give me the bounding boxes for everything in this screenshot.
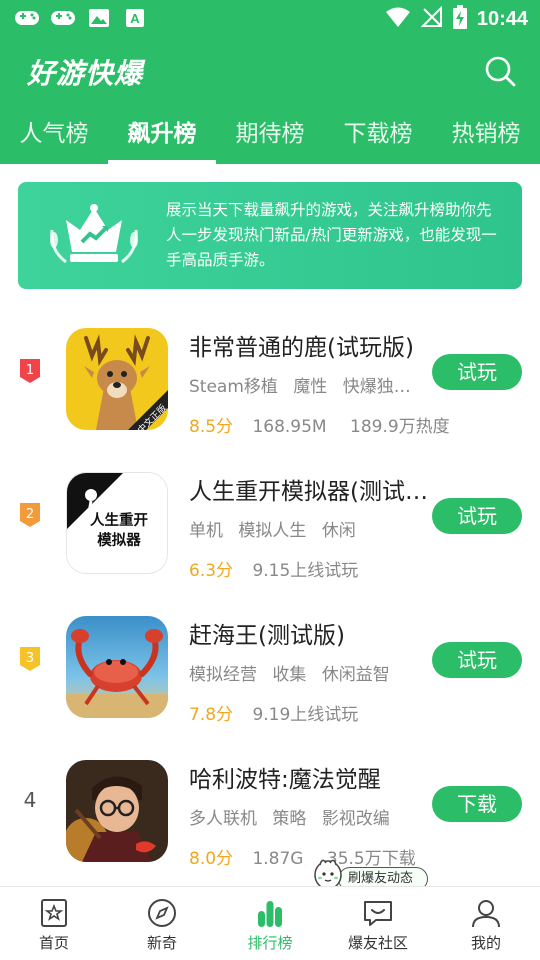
game-tags: 多人联机 策略 影视改编	[189, 804, 400, 829]
game-list-item[interactable]: 3 赶海王(测试版) 模拟经营 收集 休闲益智 7.8分 9.19上线试玩 试玩	[0, 604, 540, 748]
nav-label: 新奇	[146, 934, 177, 952]
game-tag: 影视改编	[321, 809, 390, 829]
game-list-item[interactable]: 2 人生重开 模拟器 人生重开模拟器(测试… 单机 模拟人生 休闲 6.3分 9…	[0, 460, 540, 604]
svg-text:A: A	[130, 11, 140, 26]
tab-popular[interactable]: 人气榜	[0, 106, 108, 164]
tab-downloads[interactable]: 下载榜	[324, 106, 432, 164]
app-root: A 10:44 好游快爆 人气榜 飙升榜 期待榜 下载榜 热销榜 展示当天下载量…	[0, 0, 540, 960]
status-time: 10:44	[476, 7, 528, 30]
svg-text:3: 3	[26, 651, 34, 666]
search-button[interactable]	[482, 53, 518, 89]
game-tag: 模拟经营	[189, 665, 257, 685]
nav-community[interactable]: 爆友社区	[324, 887, 432, 960]
tab-anticipated[interactable]: 期待榜	[216, 106, 324, 164]
no-signal-icon	[420, 5, 443, 32]
title-bar: 好游快爆	[0, 36, 540, 106]
gamepad-icon	[14, 7, 40, 29]
game-tag: Steam移植	[189, 377, 278, 397]
nav-profile[interactable]: 我的	[432, 887, 540, 960]
status-bar: A 10:44	[0, 0, 540, 36]
game-tag: 魔性	[293, 377, 328, 397]
game-list-item[interactable]: 1 中文正版 非常普通的鹿(试玩版) Steam移植 魔性 快爆独… 8.5分 …	[0, 316, 540, 460]
app-title: 好游快爆	[27, 57, 144, 90]
game-meta: 8.5分 168.95M 189.9万热度	[189, 412, 468, 437]
bottom-navigation: 首页 新奇 排行榜 爆友社区 我的	[0, 886, 540, 960]
nav-label: 首页	[38, 934, 69, 952]
download-button[interactable]: 下载	[432, 786, 522, 822]
rising-info-banner: 展示当天下载量飙升的游戏，关注飙升榜助你先人一步发现热门新品/热门更新游戏，也能…	[18, 182, 522, 289]
game-tags: 单机 模拟人生 休闲	[189, 516, 366, 541]
rank-badge: 2	[19, 502, 41, 528]
tab-rising[interactable]: 飙升榜	[108, 106, 216, 164]
nav-label: 爆友社区	[347, 934, 408, 952]
game-popularity: 189.9万热度	[350, 417, 450, 437]
rank-badge: 3	[19, 646, 41, 672]
game-icon-harry-potter	[66, 760, 168, 862]
ranking-tabs: 人气榜 飙升榜 期待榜 下载榜 热销榜	[0, 106, 540, 164]
crown-trophy-icon	[44, 200, 144, 272]
gamepad-icon	[50, 7, 76, 29]
game-release-info: 9.19上线试玩	[252, 705, 359, 725]
game-size: 1.87G	[252, 849, 304, 869]
svg-text:模拟器: 模拟器	[97, 531, 141, 549]
user-icon	[472, 900, 500, 928]
game-icon-deer: 中文正版	[66, 328, 168, 430]
game-release-info: 9.15上线试玩	[252, 561, 359, 581]
bar-chart-icon	[258, 901, 282, 927]
game-tag: 模拟人生	[238, 521, 307, 541]
game-meta: 7.8分 9.19上线试玩	[189, 700, 376, 725]
battery-charging-icon	[452, 5, 467, 33]
nav-discover[interactable]: 新奇	[108, 887, 216, 960]
compass-icon	[148, 899, 176, 927]
svg-text:1: 1	[26, 363, 34, 378]
game-icon-crab	[66, 616, 168, 718]
svg-text:2: 2	[26, 507, 34, 522]
trial-button[interactable]: 试玩	[432, 354, 522, 390]
nav-label: 我的	[470, 934, 501, 952]
game-score: 8.0分	[189, 849, 234, 869]
search-icon	[485, 56, 516, 87]
tab-bestselling[interactable]: 热销榜	[432, 106, 540, 164]
game-score: 7.8分	[189, 705, 234, 725]
game-score: 6.3分	[189, 561, 234, 581]
game-tags: 模拟经营 收集 休闲益智	[189, 660, 400, 685]
trial-button[interactable]: 试玩	[432, 498, 522, 534]
game-tag: 收集	[272, 665, 307, 685]
chat-bubble-icon	[364, 901, 392, 926]
game-tag: 休闲益智	[321, 665, 390, 685]
nav-ranking[interactable]: 排行榜	[216, 887, 324, 960]
image-icon	[86, 7, 112, 29]
game-tag: 单机	[189, 521, 223, 541]
home-star-icon	[41, 899, 67, 927]
svg-text:人生重开: 人生重开	[90, 511, 148, 529]
wifi-icon	[385, 6, 411, 32]
trial-button[interactable]: 试玩	[432, 642, 522, 678]
header: A 10:44 好游快爆 人气榜 飙升榜 期待榜 下载榜 热销榜	[0, 0, 540, 164]
game-name: 非常普通的鹿(试玩版)	[189, 335, 414, 361]
game-score: 8.5分	[189, 417, 234, 437]
game-name: 人生重开模拟器(测试…	[189, 479, 428, 505]
game-list-item[interactable]: 4 哈利波特:魔法觉醒 多人联机 策略 影视改编 8.0分 1.87G 35.5…	[0, 748, 540, 892]
rank-badge: 1	[19, 358, 41, 384]
game-name: 赶海王(测试版)	[189, 623, 345, 649]
game-meta: 6.3分 9.15上线试玩	[189, 556, 376, 581]
game-tag: 策略	[272, 809, 307, 829]
game-icon-life-restart: 人生重开 模拟器	[66, 472, 168, 574]
game-tag: 快爆独…	[342, 377, 411, 397]
game-name: 哈利波特:魔法觉醒	[189, 767, 381, 793]
game-tag: 休闲	[321, 521, 356, 541]
rank-number: 4	[23, 788, 37, 812]
game-tag: 多人联机	[189, 809, 257, 829]
nav-label: 排行榜	[247, 934, 293, 952]
banner-description: 展示当天下载量飙升的游戏，关注飙升榜助你先人一步发现热门新品/热门更新游戏，也能…	[166, 201, 497, 269]
text-icon: A	[122, 7, 148, 29]
game-size: 168.95M	[252, 417, 327, 437]
nav-home[interactable]: 首页	[0, 887, 108, 960]
game-tags: Steam移植 魔性 快爆独…	[189, 372, 421, 397]
